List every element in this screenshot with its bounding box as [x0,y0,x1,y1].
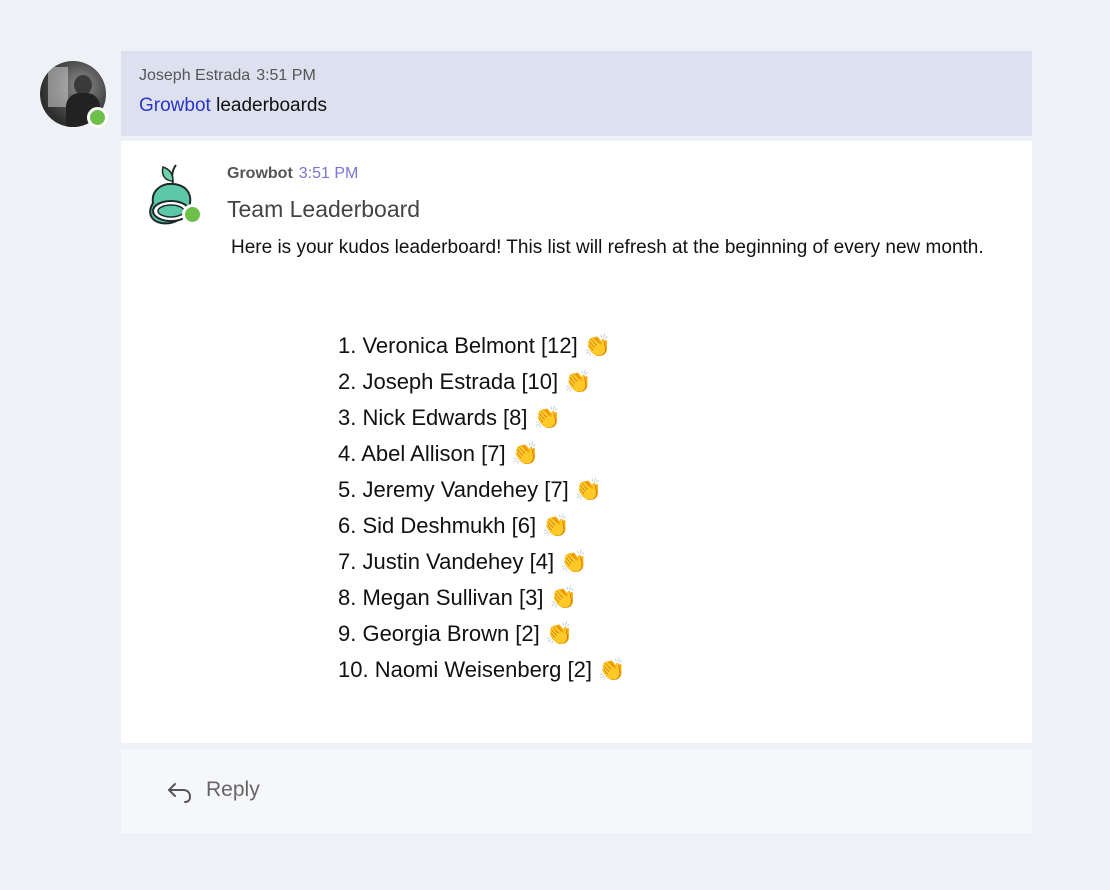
user-message-author[interactable]: Joseph Estrada [139,67,250,84]
leaderboard-item: 5. Jeremy Vandehey [7] 👏 [338,472,625,508]
leaderboard-item: 4. Abel Allison [7] 👏 [338,436,625,472]
leaderboard-entry: 6. Sid Deshmukh [6] [338,513,537,538]
clapping-hands-icon: 👏 [560,549,588,574]
reply-button[interactable]: Reply [121,749,1032,833]
leaderboard-entry: 7. Justin Vandehey [4] [338,549,555,574]
leaderboard-entry: 10. Naomi Weisenberg [2] [338,657,592,682]
leaderboard-heading: Team Leaderboard [227,196,421,222]
leaderboard-item: 1. Veronica Belmont [12] 👏 [338,328,625,364]
user-message: Joseph Estrada 3:51 PM Growbot leaderboar… [121,51,1032,136]
user-message-time: 3:51 PM [256,67,316,84]
online-status-dot [87,107,108,128]
leaderboard-item: 2. Joseph Estrada [10] 👏 [338,364,625,400]
reply-label: Reply [206,778,260,801]
clapping-hands-icon: 👏 [533,405,561,430]
clapping-hands-icon: 👏 [597,657,626,682]
clapping-hands-icon: 👏 [511,441,539,466]
leaderboard-item: 9. Georgia Brown [2] 👏 [338,616,625,652]
clapping-hands-icon: 👏 [542,513,570,538]
growbot-mention-link[interactable]: Growbot [139,95,211,116]
reply-arrow-icon [168,783,192,803]
user-message-meta: Joseph Estrada 3:51 PM [139,67,316,85]
user-avatar[interactable] [40,61,108,128]
growbot-avatar[interactable] [143,161,209,231]
leaderboard-item: 3. Nick Edwards [8] 👏 [338,400,625,436]
leaderboard-item: 8. Megan Sullivan [3] 👏 [338,580,625,616]
clapping-hands-icon: 👏 [583,333,612,358]
bot-message-meta: Growbot 3:51 PM [227,165,358,183]
leaderboard-item: 6. Sid Deshmukh [6] 👏 [338,508,625,544]
leaderboard-entry: 5. Jeremy Vandehey [7] [338,477,569,502]
clapping-hands-icon: 👏 [549,585,577,610]
user-message-body: leaderboards [210,95,328,116]
bot-message-author[interactable]: Growbot [227,165,293,182]
clapping-hands-icon: 👏 [564,369,592,394]
clapping-hands-icon: 👏 [545,621,574,646]
leaderboard-list: 1. Veronica Belmont [12] 👏 2. Joseph Estr… [338,328,625,688]
clapping-hands-icon: 👏 [574,477,603,502]
leaderboard-entry: 2. Joseph Estrada [10] [338,369,559,394]
bot-message: Growbot 3:51 PM Team Leaderboard Here is … [121,141,1032,743]
leaderboard-entry: 3. Nick Edwards [8] [338,405,528,430]
bot-message-time: 3:51 PM [298,165,359,182]
bot-online-status-dot [182,204,203,225]
user-message-text: Growbot leaderboards [139,95,327,117]
leaderboard-entry: 4. Abel Allison [7] [338,441,506,466]
leaderboard-entry: 9. Georgia Brown [2] [338,621,540,646]
leaderboard-intro: Here is your kudos leaderboard! This lis… [231,237,984,258]
leaderboard-entry: 8. Megan Sullivan [3] [338,585,544,610]
leaderboard-entry: 1. Veronica Belmont [12] [338,333,578,358]
leaderboard-item: 7. Justin Vandehey [4] 👏 [338,544,625,580]
leaderboard-item: 10. Naomi Weisenberg [2] 👏 [338,652,625,688]
